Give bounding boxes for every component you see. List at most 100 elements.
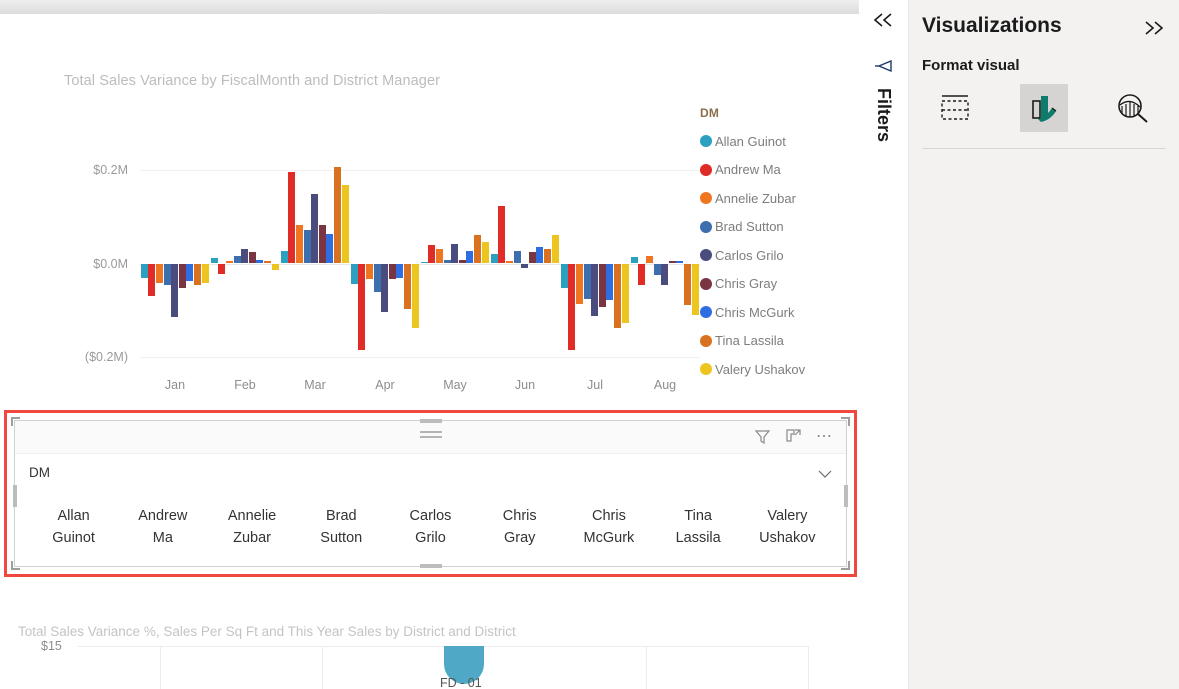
resize-corner-tl[interactable] bbox=[11, 417, 20, 426]
chart-bar[interactable] bbox=[163, 263, 171, 286]
chart-bar[interactable] bbox=[248, 252, 256, 264]
chart-bar[interactable] bbox=[326, 234, 334, 264]
chart-bar[interactable] bbox=[388, 263, 396, 280]
resize-handle-top[interactable] bbox=[419, 419, 442, 423]
chart-bar[interactable] bbox=[233, 256, 241, 264]
expand-pane-icon[interactable] bbox=[1141, 20, 1165, 41]
filters-rail-label[interactable]: Filters bbox=[873, 88, 894, 142]
chart-bar[interactable] bbox=[288, 171, 296, 264]
chart-bar[interactable] bbox=[668, 261, 676, 264]
chart-bar[interactable] bbox=[210, 258, 218, 264]
chart-bar[interactable] bbox=[350, 263, 358, 284]
chart-bar[interactable] bbox=[521, 263, 529, 268]
chart-bar[interactable] bbox=[458, 260, 466, 264]
slicer-tile[interactable]: Tina Lassila bbox=[654, 499, 743, 555]
chart-bar[interactable] bbox=[148, 263, 156, 297]
slicer-tile[interactable]: Brad Sutton bbox=[297, 499, 386, 555]
chart-bar[interactable] bbox=[591, 263, 599, 316]
chart-bar[interactable] bbox=[373, 263, 381, 293]
legend-item[interactable]: Annelie Zubar bbox=[700, 184, 850, 213]
chart-bar[interactable] bbox=[256, 259, 264, 264]
more-options-icon[interactable]: ⋯ bbox=[816, 428, 834, 444]
column-chart-visual[interactable]: Total Sales Variance by FiscalMonth and … bbox=[0, 14, 859, 400]
chart-bar[interactable] bbox=[684, 263, 691, 306]
chart-bar[interactable] bbox=[498, 206, 506, 264]
chart-bar[interactable] bbox=[560, 263, 568, 288]
chart-bar[interactable] bbox=[528, 252, 536, 264]
chart-bar[interactable] bbox=[583, 263, 591, 300]
slicer-tile-list[interactable]: Allan Guinot Andrew Ma Annelie Zubar Brad Sutto… bbox=[29, 499, 832, 555]
chart-bar[interactable] bbox=[334, 167, 341, 264]
bottom-visual[interactable]: Total Sales Variance %, Sales Per Sq Ft … bbox=[0, 589, 859, 689]
chart-bar[interactable] bbox=[186, 263, 194, 281]
chart-bar[interactable] bbox=[598, 263, 606, 308]
filter-funnel-icon[interactable] bbox=[874, 57, 894, 82]
slicer-tile[interactable]: Carlos Grilo bbox=[386, 499, 475, 555]
resize-corner-tr[interactable] bbox=[841, 417, 850, 426]
resize-handle-right[interactable] bbox=[844, 485, 848, 507]
build-visual-tab[interactable] bbox=[931, 84, 979, 132]
analytics-tab[interactable] bbox=[1109, 84, 1157, 132]
legend-item[interactable]: Valery Ushakov bbox=[700, 355, 850, 384]
legend-item[interactable]: Chris Gray bbox=[700, 270, 850, 299]
collapse-pane-icon[interactable] bbox=[872, 12, 896, 33]
chart-bar[interactable] bbox=[466, 251, 474, 264]
chart-bar[interactable] bbox=[544, 249, 551, 264]
chart-bar[interactable] bbox=[551, 235, 559, 264]
chart-bar[interactable] bbox=[381, 263, 389, 313]
chart-bar[interactable] bbox=[606, 263, 614, 301]
legend-item[interactable]: Andrew Ma bbox=[700, 156, 850, 185]
chart-bar[interactable] bbox=[621, 263, 629, 323]
chart-bar[interactable] bbox=[676, 260, 684, 264]
chart-bar[interactable] bbox=[451, 243, 459, 264]
chart-bar[interactable] bbox=[661, 263, 669, 285]
chart-bar[interactable] bbox=[296, 225, 303, 264]
chart-bar[interactable] bbox=[303, 229, 311, 264]
chart-bar[interactable] bbox=[411, 263, 419, 328]
format-visual-tab[interactable] bbox=[1020, 84, 1068, 132]
chart-bar[interactable] bbox=[638, 263, 646, 285]
filter-icon[interactable] bbox=[754, 428, 771, 445]
chart-legend[interactable]: DM Allan Guinot Andrew Ma Annelie Zubar Bra… bbox=[700, 106, 850, 384]
legend-item[interactable]: Carlos Grilo bbox=[700, 241, 850, 270]
chart-bar[interactable] bbox=[156, 263, 163, 283]
chart-bar[interactable] bbox=[630, 257, 638, 264]
chart-bar[interactable] bbox=[490, 253, 498, 264]
chart-bar[interactable] bbox=[481, 241, 489, 264]
slicer-tile[interactable]: Chris Gray bbox=[475, 499, 564, 555]
legend-item[interactable]: Tina Lassila bbox=[700, 327, 850, 356]
focus-mode-icon[interactable] bbox=[785, 428, 802, 445]
chart-bar[interactable] bbox=[436, 249, 443, 264]
slicer-tile[interactable]: Chris McGurk bbox=[564, 499, 653, 555]
chevron-down-icon[interactable] bbox=[818, 466, 832, 484]
chart-bar[interactable] bbox=[646, 255, 653, 264]
legend-item[interactable]: Allan Guinot bbox=[700, 127, 850, 156]
resize-handle-bottom[interactable] bbox=[419, 564, 442, 568]
chart-bar[interactable] bbox=[366, 263, 373, 279]
chart-bar[interactable] bbox=[264, 261, 271, 264]
resize-corner-bl[interactable] bbox=[11, 561, 20, 570]
chart-bar[interactable] bbox=[614, 263, 621, 328]
chart-bar[interactable] bbox=[513, 251, 521, 264]
slicer-tile[interactable]: Allan Guinot bbox=[29, 499, 118, 555]
chart-bar[interactable] bbox=[226, 260, 233, 264]
legend-item[interactable]: Brad Sutton bbox=[700, 213, 850, 242]
chart-bar[interactable] bbox=[506, 261, 513, 264]
chart-bar[interactable] bbox=[178, 263, 186, 289]
chart-bar[interactable] bbox=[691, 263, 699, 316]
chart-bar[interactable] bbox=[358, 263, 366, 350]
chart-bar[interactable] bbox=[271, 263, 279, 271]
chart-bar[interactable] bbox=[171, 263, 179, 318]
chart-bar[interactable] bbox=[568, 263, 576, 351]
chart-bar[interactable] bbox=[280, 250, 288, 264]
chart-bar[interactable] bbox=[396, 263, 404, 278]
chart-bar[interactable] bbox=[576, 263, 583, 304]
slicer-visual[interactable]: ⋯ DM Allan Guinot Andrew Ma Annelie Zubar Brad… bbox=[11, 417, 850, 570]
resize-handle-left[interactable] bbox=[13, 485, 17, 507]
chart-bar[interactable] bbox=[241, 249, 249, 264]
chart-bar[interactable] bbox=[474, 235, 481, 264]
drag-handle-icon[interactable] bbox=[419, 431, 442, 440]
chart-bar[interactable] bbox=[404, 263, 411, 309]
chart-bar[interactable] bbox=[194, 263, 201, 286]
slicer-tile[interactable]: Valery Ushakov bbox=[743, 499, 832, 555]
